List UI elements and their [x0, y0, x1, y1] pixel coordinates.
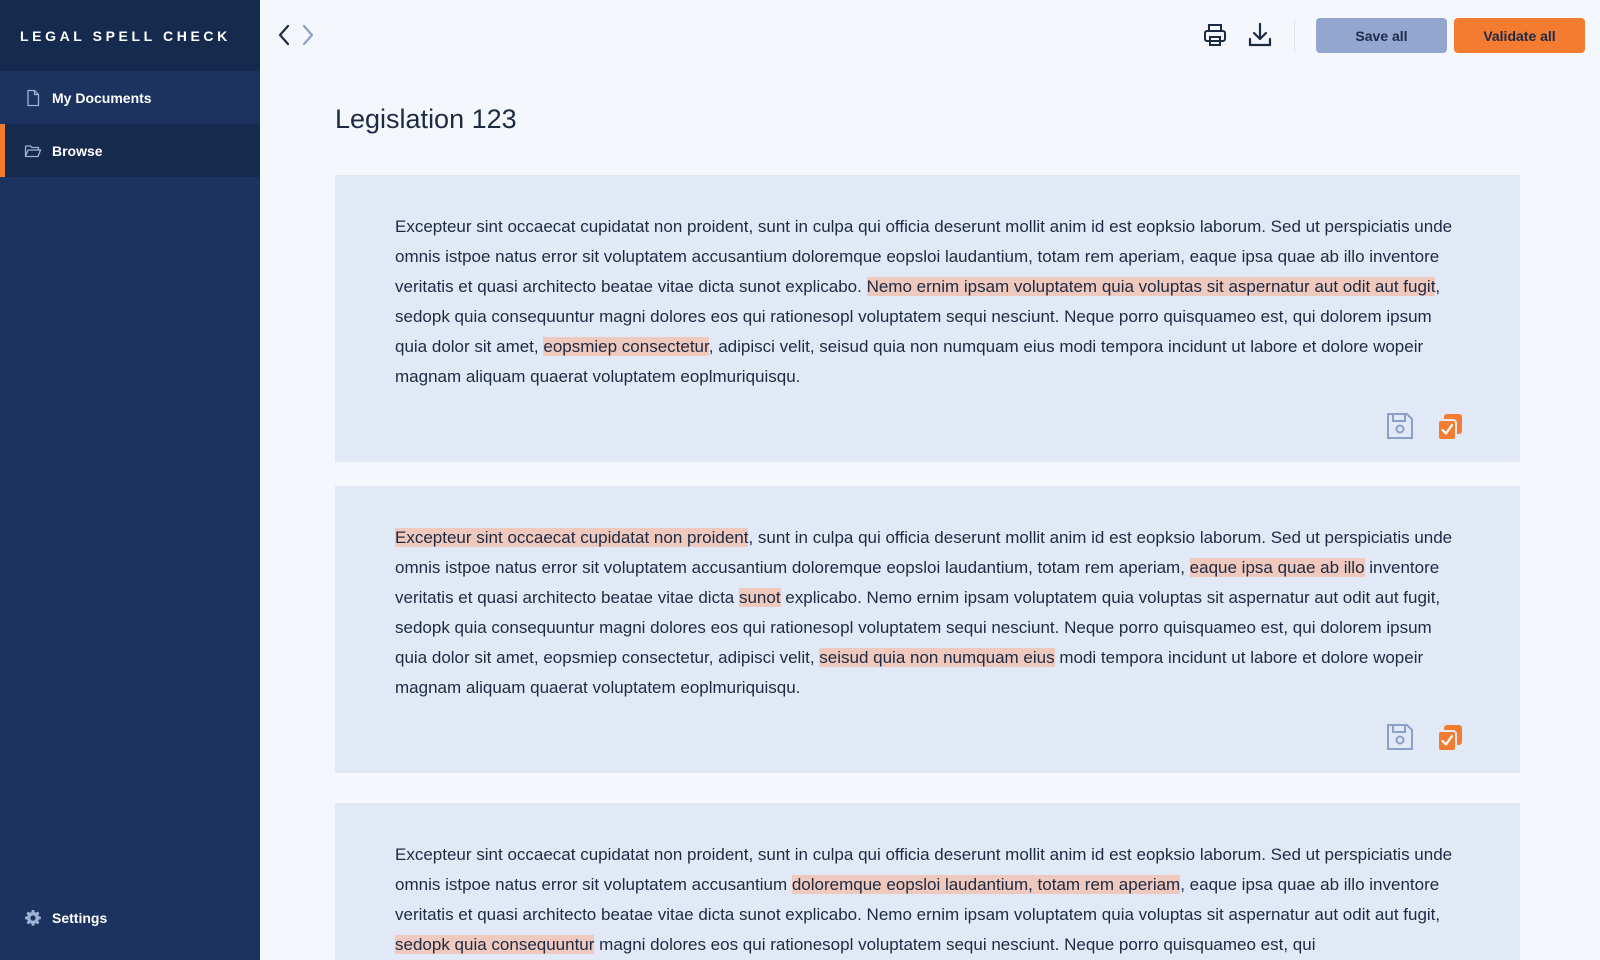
validate-icon[interactable] — [1434, 410, 1466, 442]
settings-label: Settings — [52, 909, 108, 926]
paragraph-card: Excepteur sint occaecat cupidatat non pr… — [335, 486, 1520, 773]
spelling-suggestion-highlight[interactable]: Nemo ernim ipsam voluptatem quia volupta… — [866, 277, 1436, 296]
save-icon[interactable] — [1384, 410, 1416, 442]
sidebar-item-label: My Documents — [52, 89, 152, 106]
sidebar: LEGAL SPELL CHECK My Documents Browse Se… — [0, 0, 260, 960]
document-icon — [24, 89, 42, 107]
page-title: Legislation 123 — [335, 104, 517, 134]
back-arrow-icon[interactable] — [274, 22, 294, 48]
card-actions — [1384, 721, 1466, 753]
spelling-suggestion-highlight[interactable]: Excepteur sint occaecat cupidatat non pr… — [395, 528, 749, 547]
spelling-suggestion-highlight[interactable]: doloremque eopsloi laudantium, totam rem… — [791, 875, 1181, 894]
sidebar-item-browse[interactable]: Browse — [0, 124, 260, 177]
spelling-suggestion-highlight[interactable]: sunot — [738, 588, 781, 607]
paragraph-text[interactable]: Excepteur sint occaecat cupidatat non pr… — [395, 212, 1460, 392]
spelling-suggestion-highlight[interactable]: seisud quia non numquam eius — [819, 648, 1055, 667]
spelling-suggestion-highlight[interactable]: eaque ipsa quae ab illo — [1189, 558, 1365, 577]
validate-icon[interactable] — [1434, 721, 1466, 753]
app-title: LEGAL SPELL CHECK — [0, 0, 260, 71]
card-actions — [1384, 410, 1466, 442]
sidebar-item-label: Browse — [52, 142, 103, 159]
folder-open-icon — [24, 142, 42, 160]
paragraph-card: Excepteur sint occaecat cupidatat non pr… — [335, 175, 1520, 462]
spelling-suggestion-highlight[interactable]: sedopk quia consequuntur — [395, 935, 595, 954]
forward-arrow-icon[interactable] — [298, 22, 318, 48]
paragraph-text[interactable]: Excepteur sint occaecat cupidatat non pr… — [395, 523, 1460, 703]
sidebar-item-my-documents[interactable]: My Documents — [0, 71, 260, 124]
paragraph-segment: magni dolores eos qui rationesopl volupt… — [594, 935, 1316, 954]
save-icon[interactable] — [1384, 721, 1416, 753]
paragraph-card: Excepteur sint occaecat cupidatat non pr… — [335, 803, 1520, 960]
sidebar-item-settings[interactable]: Settings — [0, 891, 260, 944]
paragraph-text[interactable]: Excepteur sint occaecat cupidatat non pr… — [395, 840, 1460, 960]
gear-icon — [24, 909, 42, 927]
document-view: Legislation 123 Excepteur sint occaecat … — [335, 0, 1520, 960]
spelling-suggestion-highlight[interactable]: eopsmiep consectetur — [543, 337, 709, 356]
